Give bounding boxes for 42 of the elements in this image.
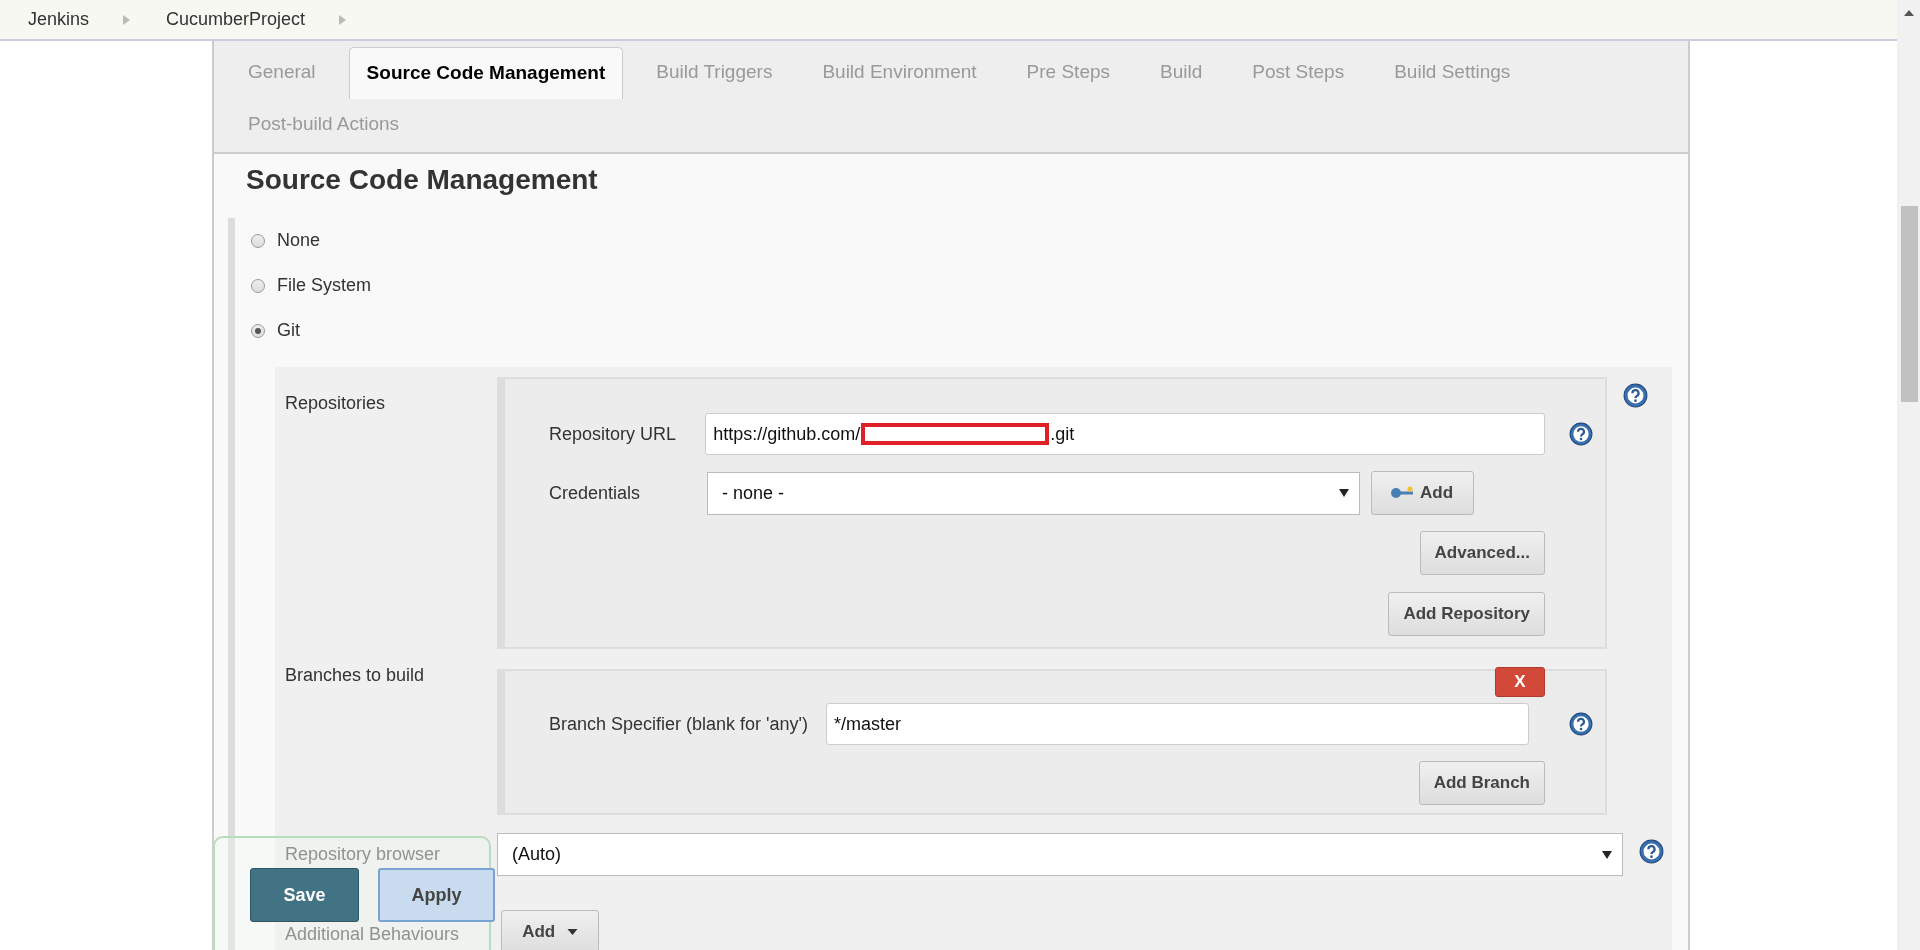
- scrollbar-thumb[interactable]: [1901, 206, 1918, 402]
- advanced-button[interactable]: Advanced...: [1419, 531, 1545, 575]
- field-label: Branch Specifier (blank for 'any'): [549, 713, 808, 735]
- field-label: Repositories: [285, 393, 387, 414]
- key-icon: [1390, 486, 1414, 500]
- help-icon[interactable]: [1623, 383, 1648, 408]
- delete-button[interactable]: X: [1495, 667, 1545, 697]
- radio-label: None: [277, 230, 321, 251]
- help-icon[interactable]: [1569, 712, 1593, 736]
- credentials-dropdown[interactable]: - none -: [707, 471, 1360, 515]
- breadcrumb-link[interactable]: Jenkins: [28, 9, 90, 30]
- add-repository-button[interactable]: Add Repository: [1388, 592, 1545, 636]
- help-icon[interactable]: [1639, 839, 1664, 864]
- radio-label: File System: [277, 275, 372, 296]
- scrollbar[interactable]: [1897, 0, 1920, 950]
- radio-button[interactable]: [251, 233, 265, 248]
- field-value: https://github.com/: [713, 423, 861, 445]
- radio-label: Git: [277, 320, 300, 341]
- add-branch-button[interactable]: Add Branch: [1418, 761, 1545, 805]
- add-behaviour-button[interactable]: Add: [501, 910, 600, 950]
- section-title: Source Code Management: [246, 164, 599, 196]
- field-label: Repository URL: [549, 423, 678, 445]
- save-button[interactable]: Save: [250, 868, 359, 922]
- repository-browser-dropdown[interactable]: (Auto): [497, 833, 1623, 876]
- dropdown-arrow-icon: [1339, 489, 1349, 497]
- branch-specifier-field[interactable]: */master: [826, 703, 1529, 745]
- radio-button[interactable]: [251, 278, 265, 293]
- dropdown-arrow-icon: [1602, 850, 1612, 859]
- tab[interactable]: Source Code Management: [348, 47, 624, 99]
- radio-button[interactable]: [251, 323, 265, 338]
- add-credentials-button[interactable]: Add: [1371, 471, 1475, 515]
- breadcrumb-link[interactable]: CucumberProject: [166, 9, 306, 30]
- field-label: Additional Behaviours: [285, 924, 460, 945]
- apply-button[interactable]: Apply: [378, 868, 495, 922]
- caret-icon: [567, 929, 579, 935]
- field-label: Branches to build: [285, 665, 426, 686]
- scroll-up-icon[interactable]: [1904, 10, 1914, 16]
- field-value: .git: [1050, 423, 1075, 445]
- repository-url-field[interactable]: https://github.com/ .git: [705, 413, 1545, 455]
- field-label: Repository browser: [285, 844, 442, 865]
- field-label: Credentials: [549, 482, 642, 504]
- help-icon[interactable]: [1569, 422, 1593, 446]
